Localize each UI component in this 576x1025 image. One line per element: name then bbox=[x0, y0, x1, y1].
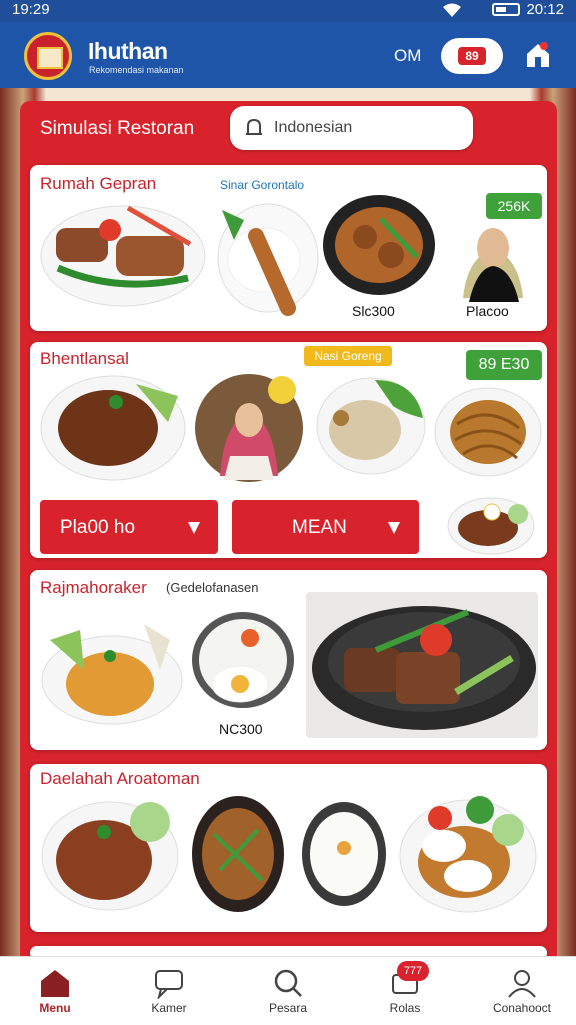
panel-title: Simulasi Restoran bbox=[40, 118, 195, 139]
side-dish-plate[interactable] bbox=[446, 492, 536, 556]
section-title: Rumah Gepran bbox=[40, 174, 157, 193]
cart-pill-button[interactable]: 89 bbox=[441, 38, 503, 74]
section-subtitle: Nasi Goreng bbox=[304, 346, 392, 366]
rendang-plate[interactable] bbox=[38, 370, 188, 482]
status-clock: 20:12 bbox=[526, 1, 564, 18]
home-icon[interactable] bbox=[524, 40, 552, 70]
app-title: Ihuthan bbox=[88, 38, 168, 64]
cart-badge: 89 bbox=[458, 47, 486, 65]
grilled-beef-pan-photo[interactable] bbox=[306, 592, 538, 738]
chef-circle-photo[interactable] bbox=[194, 372, 304, 484]
tab-label: Conahooct bbox=[492, 1001, 552, 1015]
tab-label: Menu bbox=[39, 1001, 71, 1015]
tab-kamer[interactable]: Kamer bbox=[114, 957, 224, 1025]
account-text[interactable]: OM bbox=[394, 46, 421, 66]
tab-label: Pesara bbox=[268, 1001, 308, 1015]
beef-stew-bowl[interactable] bbox=[321, 193, 437, 301]
arrow-icon bbox=[188, 522, 200, 534]
status-bar: 19:29 20:12 bbox=[0, 0, 576, 22]
place-order-button[interactable]: Pla00 ho bbox=[40, 500, 218, 554]
grilled-fish-plate[interactable] bbox=[38, 196, 208, 314]
tab-label: Kamer bbox=[151, 1001, 187, 1015]
bell-icon bbox=[246, 118, 262, 135]
view-menu-button[interactable]: MEAN bbox=[232, 500, 419, 554]
dish-price: NC300 bbox=[219, 721, 263, 737]
tab-menu[interactable]: Menu bbox=[0, 957, 110, 1025]
search-placeholder: Indonesian bbox=[274, 119, 353, 136]
rice-egg-plate[interactable] bbox=[190, 608, 296, 718]
search-input[interactable]: Indonesian bbox=[230, 106, 473, 150]
tab-label: Rolas bbox=[389, 1001, 421, 1015]
search-icon bbox=[274, 969, 302, 997]
notification-badge: 777 bbox=[397, 961, 429, 981]
chicken-vegetable-plate[interactable] bbox=[315, 370, 427, 478]
app-subtitle: Rekomendasi makanan bbox=[89, 65, 184, 75]
section-title: Daelahah Aroatoman bbox=[40, 769, 200, 788]
tab-conahooct[interactable]: Conahooct bbox=[467, 957, 576, 1025]
status-time: 19:29 bbox=[12, 1, 50, 18]
section-title: Bhentlansal bbox=[40, 349, 129, 368]
price-badge: 89 E30 bbox=[466, 350, 542, 380]
bottom-tab-bar: Menu Kamer Pesara Rolas Conahooct bbox=[0, 956, 576, 1025]
rice-cake-curry-plate[interactable] bbox=[398, 788, 538, 916]
section-subtitle: Sinar Gorontalo bbox=[220, 178, 305, 192]
fried-noodles-plate[interactable] bbox=[433, 384, 543, 480]
dish-price: Slc300 bbox=[352, 303, 395, 319]
wifi-icon bbox=[443, 3, 461, 17]
button-label: MEAN bbox=[292, 517, 347, 538]
bean-stew-plate[interactable] bbox=[40, 794, 180, 912]
dish-price: Placoo bbox=[466, 303, 509, 319]
sauteed-vegetables-plate[interactable] bbox=[190, 794, 286, 916]
chef-portrait[interactable] bbox=[453, 218, 531, 304]
rice-with-fried-fish[interactable] bbox=[216, 196, 320, 316]
section-title: Rajmahoraker bbox=[40, 578, 147, 597]
nasi-tumpeng-plate[interactable] bbox=[40, 600, 184, 726]
arrow-icon bbox=[388, 522, 400, 534]
home-icon bbox=[41, 970, 69, 997]
battery-icon bbox=[492, 3, 520, 16]
user-icon bbox=[508, 970, 536, 998]
button-label: Pla00 ho bbox=[60, 517, 136, 538]
grilled-beef-pan bbox=[312, 606, 536, 730]
white-rice-plate[interactable] bbox=[300, 800, 388, 908]
logo-emblem-icon[interactable] bbox=[24, 32, 72, 80]
tab-pesara[interactable]: Pesara bbox=[233, 957, 343, 1025]
section-subtitle: (Gedelofanasen bbox=[166, 580, 259, 595]
price-badge: 256K bbox=[486, 193, 542, 219]
chat-icon bbox=[155, 970, 183, 999]
app-header: Ihuthan Rekomendasi makanan OM 89 bbox=[0, 22, 576, 88]
